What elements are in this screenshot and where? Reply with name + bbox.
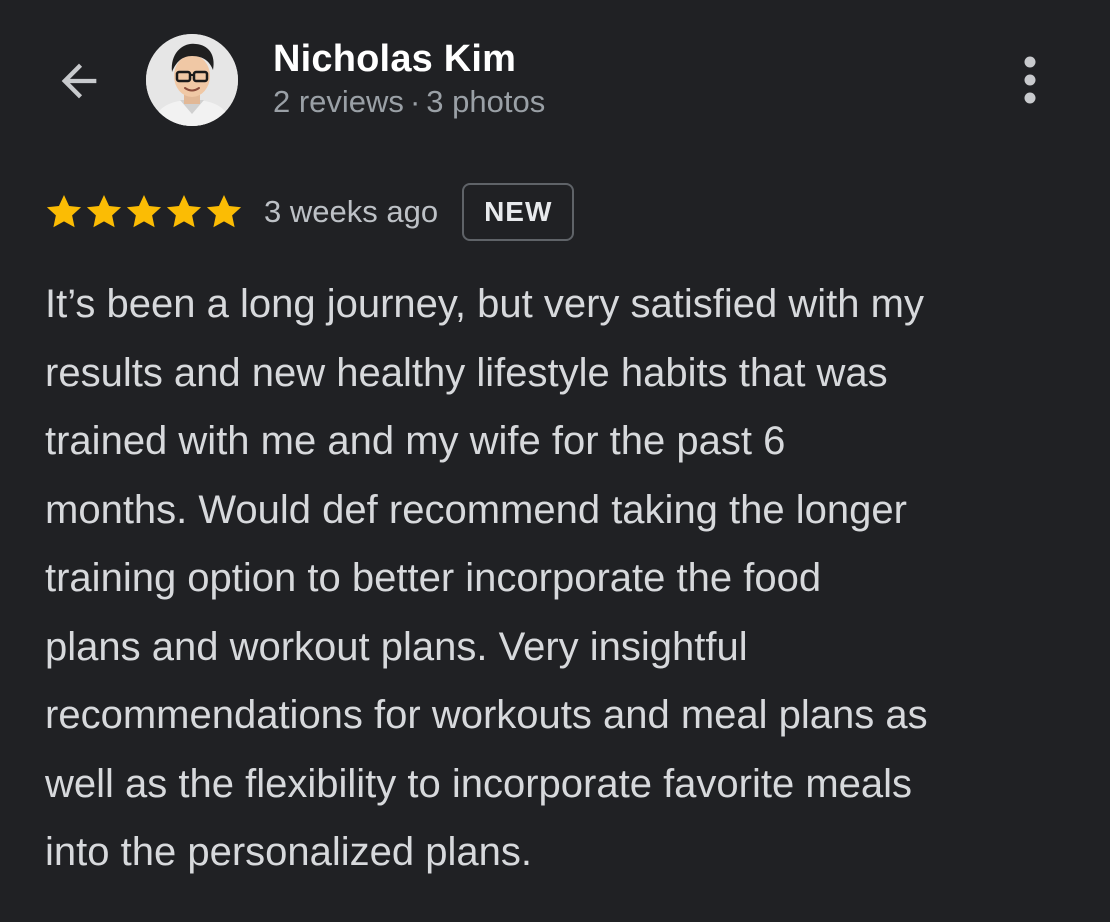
review-header: Nicholas Kim 2 reviews · 3 photos xyxy=(0,0,1110,160)
more-vert-icon xyxy=(1024,56,1036,104)
star-icon xyxy=(126,195,162,228)
rating-row: 3 weeks ago NEW xyxy=(44,180,575,244)
reviewer-name[interactable]: Nicholas Kim xyxy=(273,38,516,81)
star-icon xyxy=(86,195,122,228)
review-text-line: trained with me and my wife for the past… xyxy=(45,419,786,463)
avatar[interactable] xyxy=(146,34,238,126)
star-icon xyxy=(166,195,202,228)
more-options-button[interactable] xyxy=(1006,50,1054,110)
review-text-line: recommendations for workouts and meal pl… xyxy=(45,693,928,737)
review-text-line: into the personalized plans. xyxy=(45,830,532,874)
star-rating xyxy=(44,192,244,232)
star-icon xyxy=(46,195,82,228)
meta-separator: · xyxy=(409,84,421,119)
review-time: 3 weeks ago xyxy=(264,194,439,229)
profile-photo xyxy=(146,34,238,126)
review-text-line: months. Would def recommend taking the l… xyxy=(45,487,907,532)
arrow-back-icon xyxy=(61,63,97,99)
new-badge: NEW xyxy=(462,183,575,241)
review-text-line: well as the flexibility to incorporate f… xyxy=(45,761,913,806)
photos-count: 3 photos xyxy=(426,84,546,119)
review-text-line: training option to better incorporate th… xyxy=(45,556,822,600)
back-button[interactable] xyxy=(50,52,108,110)
review-text: It’s been a long journey, but very satis… xyxy=(45,270,1085,887)
reviewer-stats: 2 reviews · 3 photos xyxy=(273,84,545,120)
reviews-count: 2 reviews xyxy=(273,84,404,119)
review-text-line: It’s been a long journey, but very satis… xyxy=(45,282,924,326)
review-text-line: results and new healthy lifestyle habits… xyxy=(45,350,888,395)
review-text-line: plans and workout plans. Very insightful xyxy=(45,624,748,669)
star-icon xyxy=(206,195,242,228)
